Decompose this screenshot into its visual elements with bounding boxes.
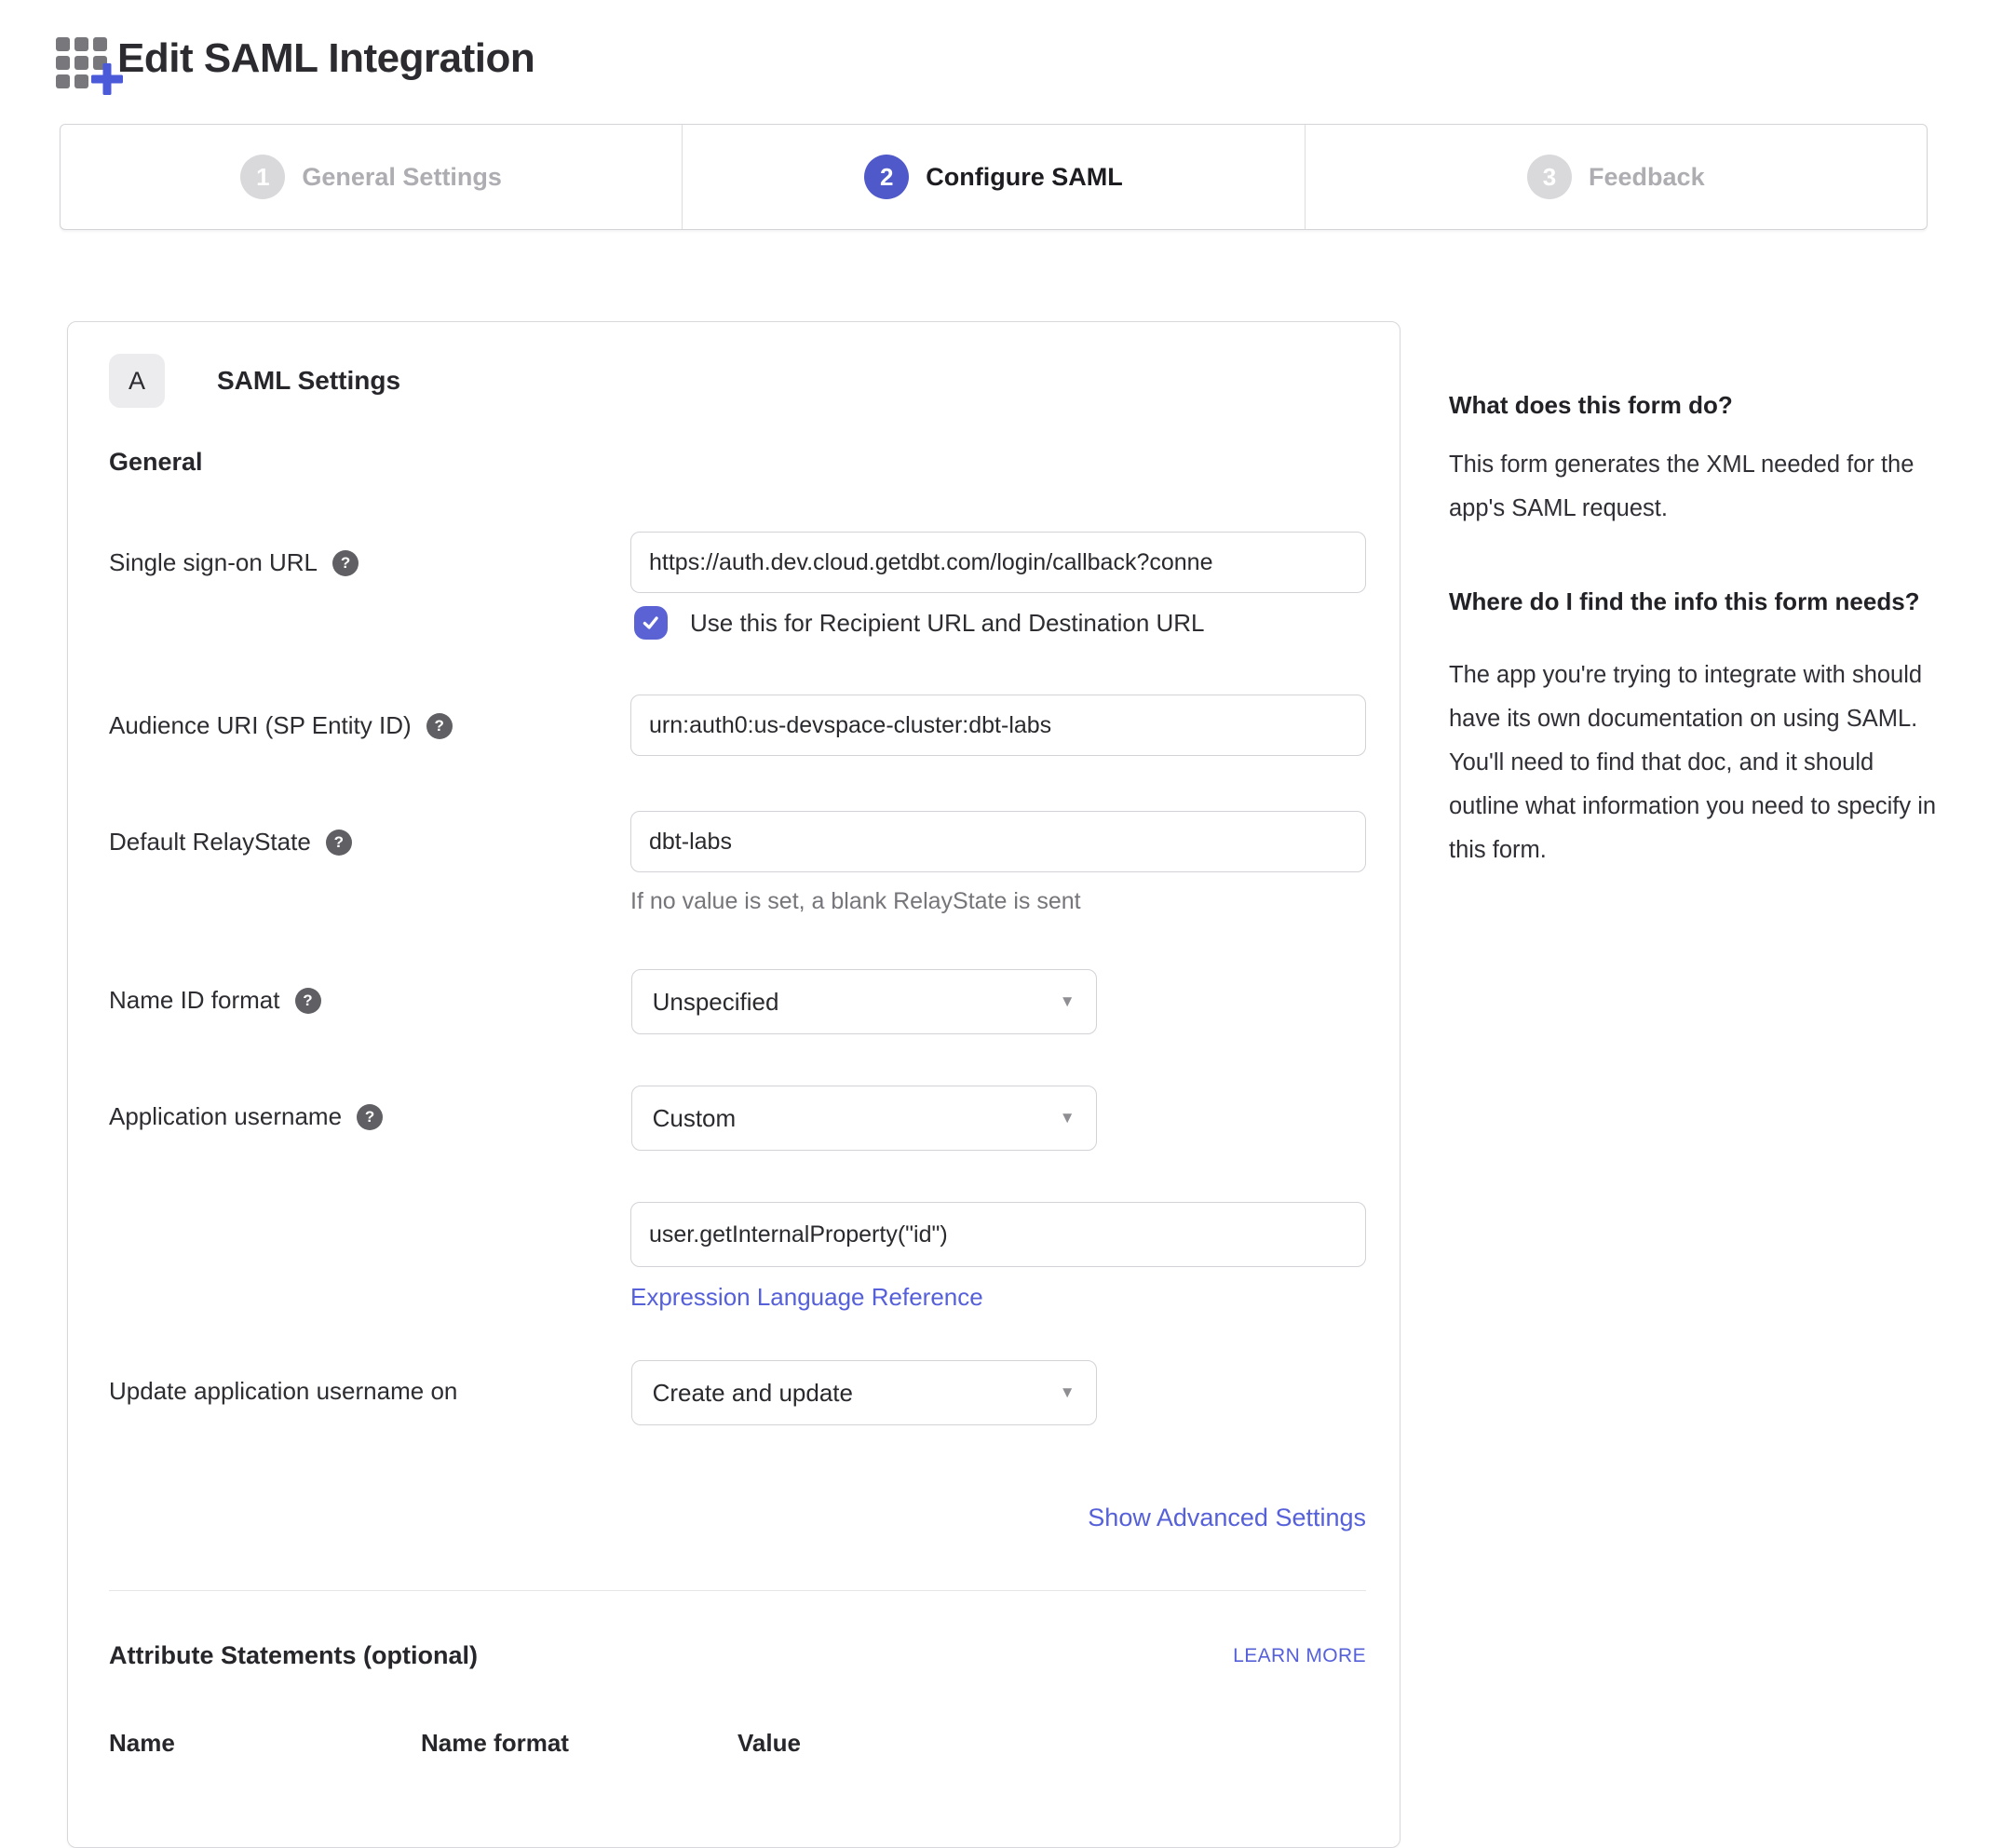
chevron-down-icon: ▼ xyxy=(1060,1383,1076,1402)
sidebar-heading-where: Where do I find the info this form needs… xyxy=(1449,583,1937,620)
use-for-recipient-checkbox[interactable] xyxy=(634,606,668,640)
general-heading: General xyxy=(109,448,1366,477)
attribute-table-header: Name Name format Value xyxy=(109,1729,1366,1758)
relaystate-row: Default RelayState ? If no value is set,… xyxy=(109,811,1366,915)
attribute-statements-heading: Attribute Statements (optional) xyxy=(109,1641,478,1670)
chevron-down-icon: ▼ xyxy=(1060,1109,1076,1127)
relaystate-input[interactable] xyxy=(630,811,1366,872)
sso-url-row: Single sign-on URL ? Use this for Recipi… xyxy=(109,532,1366,640)
page-header: Edit SAML Integration xyxy=(56,30,534,88)
chevron-down-icon: ▼ xyxy=(1060,992,1076,1011)
expression-language-reference-link[interactable]: Expression Language Reference xyxy=(630,1282,983,1312)
step-number-badge: 3 xyxy=(1527,155,1572,199)
step-number-badge: 1 xyxy=(240,155,285,199)
section-divider xyxy=(109,1590,1366,1591)
name-id-format-select[interactable]: Unspecified ▼ xyxy=(631,969,1097,1034)
custom-expression-row: Expression Language Reference xyxy=(109,1202,1366,1312)
application-username-select[interactable]: Custom ▼ xyxy=(631,1086,1097,1151)
show-advanced-settings-link[interactable]: Show Advanced Settings xyxy=(1088,1504,1366,1531)
help-icon[interactable]: ? xyxy=(332,550,359,576)
step-number-badge: 2 xyxy=(864,155,909,199)
custom-expression-input[interactable] xyxy=(630,1202,1366,1267)
sidebar-paragraph-where: The app you're trying to integrate with … xyxy=(1449,654,1937,872)
selected-value: Create and update xyxy=(653,1379,853,1408)
saml-app-icon xyxy=(56,30,114,88)
name-id-format-row: Name ID format ? Unspecified ▼ xyxy=(109,969,1366,1034)
column-header-name: Name xyxy=(109,1729,421,1758)
sidebar-heading-what: What does this form do? xyxy=(1449,389,1937,421)
application-username-label: Application username xyxy=(109,1102,342,1131)
relaystate-hint: If no value is set, a blank RelayState i… xyxy=(630,887,1366,915)
audience-uri-label: Audience URI (SP Entity ID) xyxy=(109,711,412,740)
step-general-settings[interactable]: 1 General Settings xyxy=(61,125,683,229)
update-username-label: Update application username on xyxy=(109,1377,457,1406)
help-icon[interactable]: ? xyxy=(326,830,352,856)
column-header-name-format: Name format xyxy=(421,1729,737,1758)
relaystate-label: Default RelayState xyxy=(109,828,311,857)
step-configure-saml[interactable]: 2 Configure SAML xyxy=(683,125,1305,229)
sso-url-label: Single sign-on URL xyxy=(109,548,318,577)
help-sidebar: What does this form do? This form genera… xyxy=(1449,389,1937,872)
update-username-row: Update application username on Create an… xyxy=(109,1360,1366,1425)
step-label: Feedback xyxy=(1589,163,1705,192)
application-username-row: Application username ? Custom ▼ xyxy=(109,1086,1366,1151)
learn-more-link[interactable]: LEARN MORE xyxy=(1233,1645,1366,1667)
page-title: Edit SAML Integration xyxy=(117,35,534,82)
sidebar-paragraph-what: This form generates the XML needed for t… xyxy=(1449,443,1937,531)
section-title: SAML Settings xyxy=(217,366,400,396)
help-icon[interactable]: ? xyxy=(357,1104,383,1130)
step-label: General Settings xyxy=(302,163,502,192)
use-for-recipient-label: Use this for Recipient URL and Destinati… xyxy=(690,609,1205,638)
name-id-format-label: Name ID format xyxy=(109,986,280,1015)
selected-value: Custom xyxy=(653,1104,737,1133)
selected-value: Unspecified xyxy=(653,988,779,1017)
plus-icon xyxy=(91,63,123,95)
check-icon xyxy=(641,613,661,633)
audience-uri-input[interactable] xyxy=(630,695,1366,756)
sso-url-input[interactable] xyxy=(630,532,1366,593)
help-icon[interactable]: ? xyxy=(295,988,321,1014)
step-label: Configure SAML xyxy=(926,163,1122,192)
wizard-steps: 1 General Settings 2 Configure SAML 3 Fe… xyxy=(60,124,1928,230)
section-a-badge: A xyxy=(109,354,165,408)
column-header-value: Value xyxy=(737,1729,1366,1758)
step-feedback[interactable]: 3 Feedback xyxy=(1306,125,1927,229)
saml-settings-card: A SAML Settings General Single sign-on U… xyxy=(67,321,1400,1848)
help-icon[interactable]: ? xyxy=(426,713,453,739)
update-username-select[interactable]: Create and update ▼ xyxy=(631,1360,1097,1425)
audience-uri-row: Audience URI (SP Entity ID) ? xyxy=(109,695,1366,756)
